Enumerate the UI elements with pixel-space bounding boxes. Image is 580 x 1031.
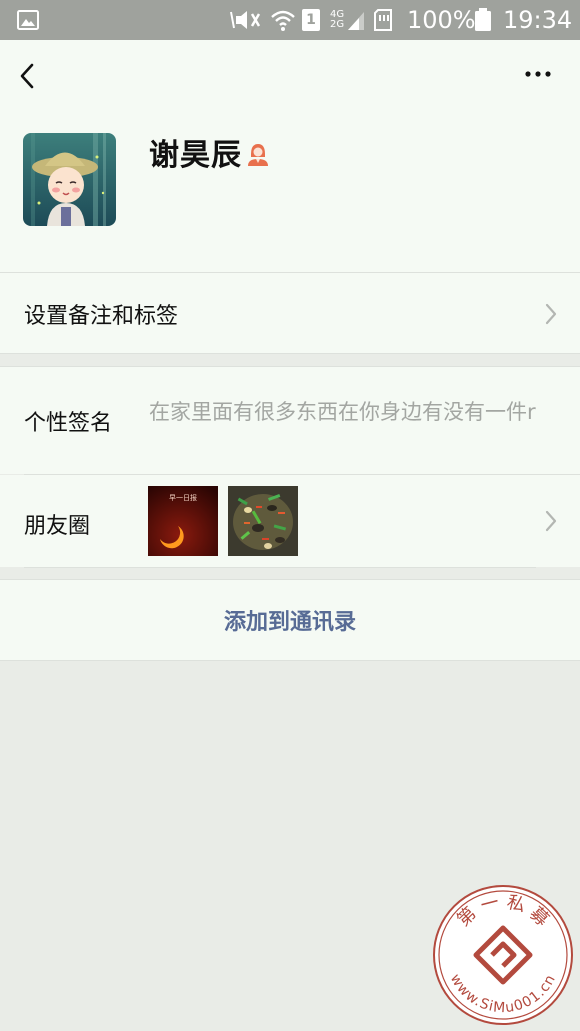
battery-percent: 100% — [407, 6, 476, 34]
signal-icon — [348, 12, 365, 30]
food-photo — [228, 486, 298, 556]
remark-and-tags-row[interactable]: 设置备注和标签 — [0, 273, 580, 354]
avatar[interactable] — [23, 133, 116, 226]
sim-slot-number: 1 — [306, 12, 316, 28]
network-lower-label: 2G — [330, 19, 345, 30]
sim-icon: 1 — [302, 9, 320, 31]
back-button[interactable] — [10, 56, 46, 96]
watermark-seal: 第 一 私 募 www.SiMu001.cn — [433, 885, 573, 1025]
divider — [0, 353, 580, 354]
signature-row: 个性签名 在家里面有很多东西在你身边有没有一件r — [0, 367, 580, 474]
moments-row[interactable]: 朋友圈 早一日报 — [0, 475, 580, 567]
moments-row-label: 朋友圈 — [24, 514, 91, 539]
chevron-left-icon — [20, 63, 34, 89]
more-dots-icon — [525, 71, 551, 77]
thumbnail-caption: 早一日报 — [169, 493, 197, 502]
moments-thumbnail: 早一日报 — [148, 486, 218, 556]
signature-value: 在家里面有很多东西在你身边有没有一件r — [149, 400, 536, 424]
status-bar: 1 4G 2G 100% 19:34 — [0, 0, 580, 40]
add-to-contacts-button[interactable]: 添加到通讯录 — [0, 580, 580, 660]
status-icons: 1 4G 2G — [228, 7, 393, 33]
more-button[interactable] — [518, 62, 558, 86]
eclipse-photo: 早一日报 — [148, 486, 218, 556]
network-type: 4G 2G — [330, 10, 344, 30]
chevron-right-icon — [545, 303, 557, 325]
mute-icon — [230, 11, 261, 29]
avatar-image — [23, 133, 116, 226]
memory-card-icon — [374, 9, 393, 31]
wifi-icon — [271, 10, 295, 31]
female-person-icon — [248, 144, 268, 166]
signature-row-label: 个性签名 — [24, 411, 113, 436]
remark-row-label: 设置备注和标签 — [24, 304, 179, 329]
divider — [24, 567, 536, 568]
image-icon — [17, 10, 39, 30]
moments-thumbnail — [228, 486, 298, 556]
chevron-right-icon — [545, 510, 557, 532]
profile-name: 谢昊辰 — [149, 138, 242, 173]
battery-icon — [475, 8, 491, 31]
clock-time: 19:34 — [503, 6, 573, 34]
add-contact-row: 添加到通讯录 — [0, 580, 580, 660]
profile-header: 谢昊辰 — [0, 40, 580, 272]
divider — [0, 660, 580, 661]
